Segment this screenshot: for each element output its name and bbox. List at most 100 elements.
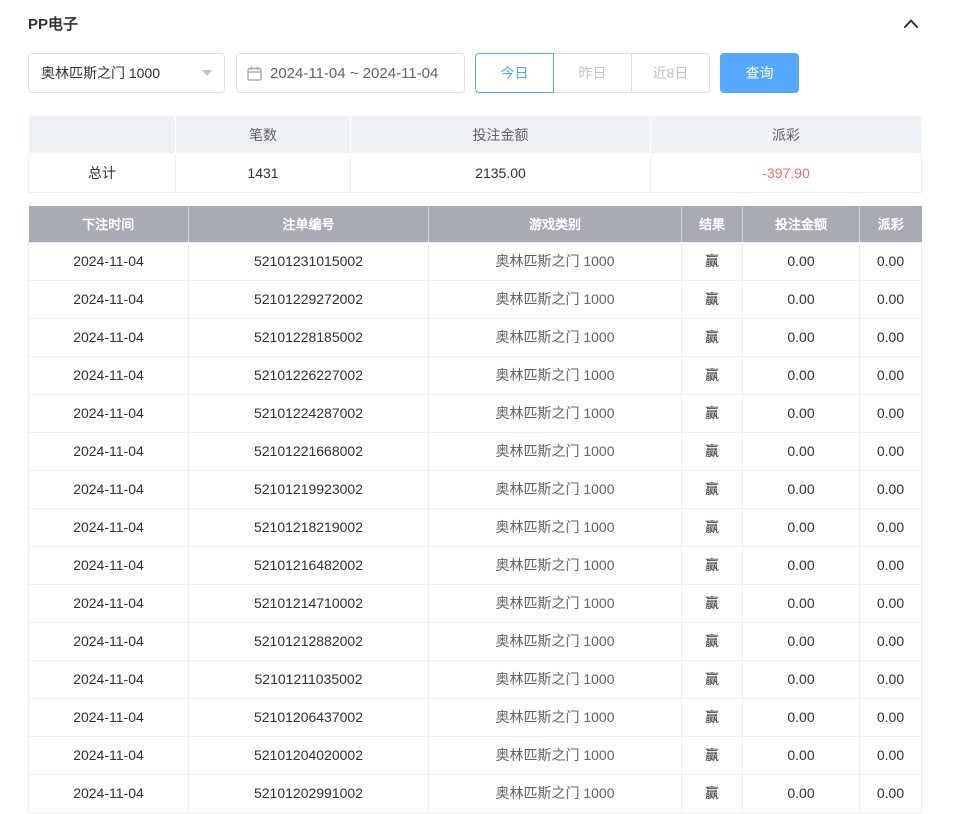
summary-table: 笔数 投注金额 派彩 总计 1431 2135.00 -397.90	[28, 115, 922, 193]
bet-id-cell: 52101229272002	[189, 280, 429, 318]
caret-down-icon	[202, 70, 212, 76]
result-cell: 赢	[682, 660, 743, 698]
bet-id-cell: 52101212882002	[189, 622, 429, 660]
payout-cell: 0.00	[860, 508, 922, 546]
payout-cell: 0.00	[860, 242, 922, 280]
bet-row: 2024-11-04 52101206437002 奥林匹斯之门 1000 赢 …	[29, 698, 922, 736]
bet-time-cell: 2024-11-04	[29, 242, 189, 280]
payout-cell: 0.00	[860, 774, 922, 812]
header-game-type: 游戏类别	[429, 206, 682, 242]
payout-cell: 0.00	[860, 356, 922, 394]
collapse-chevron-up-icon[interactable]	[901, 13, 921, 33]
bet-row: 2024-11-04 52101221668002 奥林匹斯之门 1000 赢 …	[29, 432, 922, 470]
bet-row: 2024-11-04 52101216482002 奥林匹斯之门 1000 赢 …	[29, 546, 922, 584]
bet-id-cell: 52101214710002	[189, 584, 429, 622]
bet-amount-cell: 0.00	[743, 736, 860, 774]
game-select-value: 奥林匹斯之门 1000	[41, 63, 160, 83]
bet-amount-cell: 0.00	[743, 242, 860, 280]
bet-time-cell: 2024-11-04	[29, 356, 189, 394]
game-type-cell: 奥林匹斯之门 1000	[429, 242, 682, 280]
bet-amount-cell: 0.00	[743, 394, 860, 432]
summary-payout-value: -397.90	[651, 154, 922, 193]
bet-time-cell: 2024-11-04	[29, 622, 189, 660]
quick-btn-yesterday[interactable]: 昨日	[553, 53, 632, 93]
bet-time-cell: 2024-11-04	[29, 698, 189, 736]
bet-time-cell: 2024-11-04	[29, 394, 189, 432]
bet-table-body: 2024-11-04 52101231015002 奥林匹斯之门 1000 赢 …	[29, 242, 922, 812]
bet-amount-cell: 0.00	[743, 280, 860, 318]
bet-row: 2024-11-04 52101214710002 奥林匹斯之门 1000 赢 …	[29, 584, 922, 622]
bet-id-cell: 52101211035002	[189, 660, 429, 698]
result-cell: 赢	[682, 394, 743, 432]
game-type-cell: 奥林匹斯之门 1000	[429, 394, 682, 432]
search-button[interactable]: 查询	[720, 53, 799, 93]
quick-btn-last8days[interactable]: 近8日	[631, 53, 710, 93]
bet-row: 2024-11-04 52101218219002 奥林匹斯之门 1000 赢 …	[29, 508, 922, 546]
bet-row: 2024-11-04 52101229272002 奥林匹斯之门 1000 赢 …	[29, 280, 922, 318]
header-payout: 派彩	[860, 206, 922, 242]
bet-row: 2024-11-04 52101231015002 奥林匹斯之门 1000 赢 …	[29, 242, 922, 280]
bet-time-cell: 2024-11-04	[29, 318, 189, 356]
bet-time-cell: 2024-11-04	[29, 546, 189, 584]
date-range-input[interactable]: 2024-11-04 ~ 2024-11-04	[236, 53, 465, 93]
bet-row: 2024-11-04 52101226227002 奥林匹斯之门 1000 赢 …	[29, 356, 922, 394]
payout-cell: 0.00	[860, 698, 922, 736]
payout-cell: 0.00	[860, 432, 922, 470]
header-result: 结果	[682, 206, 743, 242]
game-type-cell: 奥林匹斯之门 1000	[429, 774, 682, 812]
result-cell: 赢	[682, 546, 743, 584]
bet-id-cell: 52101216482002	[189, 546, 429, 584]
result-cell: 赢	[682, 470, 743, 508]
payout-cell: 0.00	[860, 660, 922, 698]
game-type-cell: 奥林匹斯之门 1000	[429, 280, 682, 318]
game-type-cell: 奥林匹斯之门 1000	[429, 660, 682, 698]
bet-time-cell: 2024-11-04	[29, 432, 189, 470]
bet-amount-cell: 0.00	[743, 546, 860, 584]
payout-cell: 0.00	[860, 584, 922, 622]
header-bet-id: 注单编号	[189, 206, 429, 242]
bet-row: 2024-11-04 52101212882002 奥林匹斯之门 1000 赢 …	[29, 622, 922, 660]
result-cell: 赢	[682, 698, 743, 736]
result-cell: 赢	[682, 432, 743, 470]
quick-date-button-group: 今日 昨日 近8日	[475, 53, 710, 93]
pp-electronic-panel: PP电子 奥林匹斯之门 1000 2024-11-04 ~ 2024-11-04	[0, 0, 921, 813]
game-select[interactable]: 奥林匹斯之门 1000	[28, 53, 225, 93]
filter-row: 奥林匹斯之门 1000 2024-11-04 ~ 2024-11-04 今日 昨…	[28, 53, 921, 93]
bet-row: 2024-11-04 52101202991002 奥林匹斯之门 1000 赢 …	[29, 774, 922, 812]
date-range-value: 2024-11-04 ~ 2024-11-04	[270, 65, 438, 82]
summary-header-bet-amount: 投注金额	[351, 116, 651, 154]
quick-btn-today[interactable]: 今日	[475, 53, 554, 93]
game-type-cell: 奥林匹斯之门 1000	[429, 318, 682, 356]
game-type-cell: 奥林匹斯之门 1000	[429, 584, 682, 622]
bet-id-cell: 52101206437002	[189, 698, 429, 736]
game-type-cell: 奥林匹斯之门 1000	[429, 432, 682, 470]
game-type-cell: 奥林匹斯之门 1000	[429, 508, 682, 546]
bet-id-cell: 52101231015002	[189, 242, 429, 280]
game-type-cell: 奥林匹斯之门 1000	[429, 622, 682, 660]
game-type-cell: 奥林匹斯之门 1000	[429, 356, 682, 394]
header-bet-amount: 投注金额	[743, 206, 860, 242]
payout-cell: 0.00	[860, 546, 922, 584]
bet-row: 2024-11-04 52101211035002 奥林匹斯之门 1000 赢 …	[29, 660, 922, 698]
bet-row: 2024-11-04 52101224287002 奥林匹斯之门 1000 赢 …	[29, 394, 922, 432]
panel-header: PP电子	[28, 10, 921, 36]
header-bet-time: 下注时间	[29, 206, 189, 242]
result-cell: 赢	[682, 736, 743, 774]
game-type-cell: 奥林匹斯之门 1000	[429, 698, 682, 736]
summary-header-row: 笔数 投注金额 派彩	[29, 116, 922, 154]
bet-time-cell: 2024-11-04	[29, 774, 189, 812]
bet-id-cell: 52101219923002	[189, 470, 429, 508]
payout-cell: 0.00	[860, 622, 922, 660]
bet-row: 2024-11-04 52101219923002 奥林匹斯之门 1000 赢 …	[29, 470, 922, 508]
bet-amount-cell: 0.00	[743, 318, 860, 356]
bet-time-cell: 2024-11-04	[29, 660, 189, 698]
bet-id-cell: 52101228185002	[189, 318, 429, 356]
payout-cell: 0.00	[860, 318, 922, 356]
bet-amount-cell: 0.00	[743, 432, 860, 470]
bet-id-cell: 52101221668002	[189, 432, 429, 470]
summary-bet-amount-value: 2135.00	[351, 154, 651, 193]
result-cell: 赢	[682, 356, 743, 394]
bet-amount-cell: 0.00	[743, 698, 860, 736]
bet-amount-cell: 0.00	[743, 622, 860, 660]
summary-header-payout: 派彩	[651, 116, 922, 154]
